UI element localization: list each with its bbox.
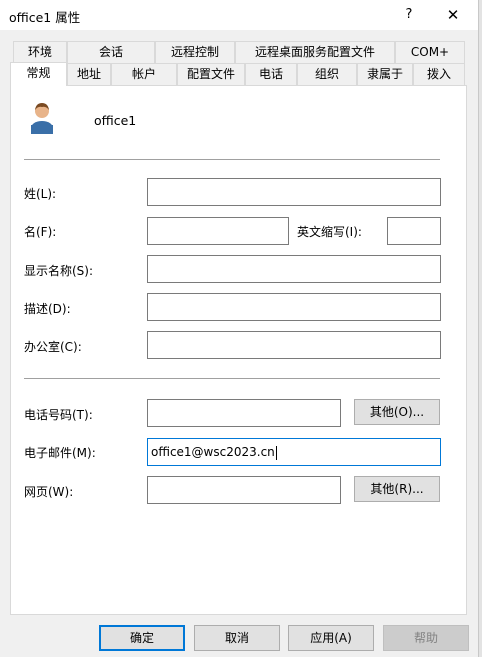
description-field[interactable]	[147, 293, 441, 321]
display-name-field[interactable]	[147, 255, 441, 283]
initials-field[interactable]	[387, 217, 441, 245]
ok-button[interactable]: 确定	[99, 625, 185, 651]
webpage-label: 网页(W):	[24, 485, 74, 499]
tab-profile[interactable]: 配置文件	[177, 63, 245, 85]
first-name-field[interactable]	[147, 217, 289, 245]
tab-organization[interactable]: 组织	[297, 63, 357, 85]
last-name-field[interactable]	[147, 178, 441, 206]
tab-address[interactable]: 地址	[67, 63, 111, 85]
tab-environment[interactable]: 环境	[13, 41, 67, 63]
phone-field[interactable]	[147, 399, 341, 427]
separator-bottom	[24, 378, 440, 379]
first-name-label: 名(F):	[24, 225, 57, 239]
last-name-label: 姓(L):	[24, 187, 57, 201]
office-field[interactable]	[147, 331, 441, 359]
tab-dial-in[interactable]: 拨入	[413, 63, 465, 85]
cancel-button[interactable]: 取消	[194, 625, 280, 651]
separator-top	[24, 159, 440, 160]
other-web-button[interactable]: 其他(R)...	[354, 476, 440, 502]
tab-rds-profile[interactable]: 远程桌面服务配置文件	[235, 41, 395, 63]
phone-label: 电话号码(T):	[24, 408, 93, 422]
initials-label: 英文缩写(I):	[297, 225, 362, 239]
display-name-label: 显示名称(S):	[24, 264, 94, 278]
description-label: 描述(D):	[24, 302, 71, 316]
close-icon[interactable]: ✕	[440, 3, 466, 27]
text-caret	[275, 445, 277, 460]
user-name: office1	[94, 113, 137, 128]
title-bar: office1 属性 ? ✕	[0, 0, 482, 30]
tab-remote-control[interactable]: 远程控制	[155, 41, 235, 63]
tab-member-of[interactable]: 隶属于	[357, 63, 413, 85]
help-icon[interactable]: ?	[398, 3, 420, 27]
email-value: office1@wsc2023.cn	[151, 445, 275, 459]
tab-general[interactable]: 常规	[10, 62, 67, 86]
user-icon	[31, 103, 53, 134]
webpage-field[interactable]	[147, 476, 341, 504]
apply-button[interactable]: 应用(A)	[288, 625, 374, 651]
window-title: office1 属性	[9, 10, 81, 25]
email-label: 电子邮件(M):	[24, 446, 96, 460]
tab-sessions[interactable]: 会话	[67, 41, 155, 63]
tab-account[interactable]: 帐户	[111, 63, 177, 85]
other-phone-button[interactable]: 其他(O)...	[354, 399, 440, 425]
office-label: 办公室(C):	[24, 340, 82, 354]
tab-telephones[interactable]: 电话	[245, 63, 297, 85]
tab-com-plus[interactable]: COM+	[395, 41, 465, 63]
window-edge	[478, 0, 482, 657]
email-field[interactable]: office1@wsc2023.cn	[147, 438, 441, 466]
help-button: 帮助	[383, 625, 469, 651]
